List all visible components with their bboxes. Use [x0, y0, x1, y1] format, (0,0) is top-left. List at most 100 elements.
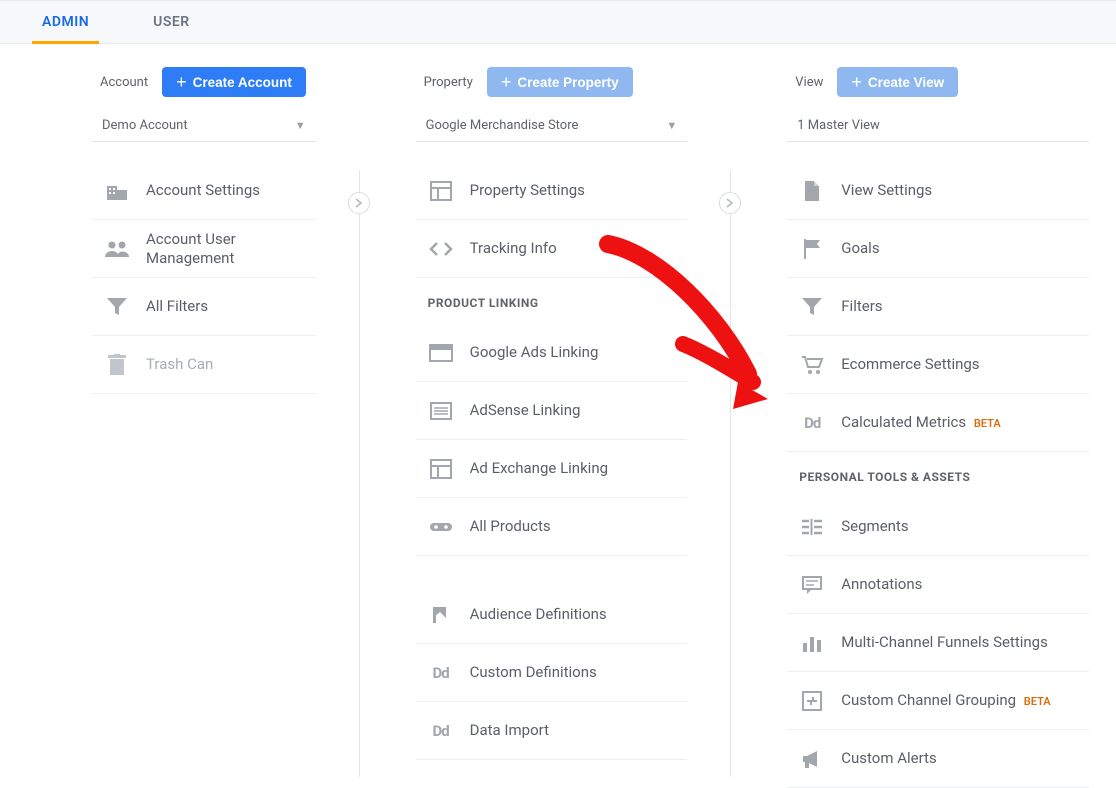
window-icon	[428, 340, 454, 366]
account-item[interactable]: Account User Management	[92, 220, 316, 278]
product-linking-item[interactable]: All Products	[416, 498, 688, 556]
account-selector-value: Demo Account	[102, 118, 188, 133]
item-label: Filters	[841, 297, 1077, 316]
property-item[interactable]: Tracking Info	[416, 220, 688, 278]
megaphone-icon	[799, 746, 825, 772]
account-head-label: Account	[100, 75, 148, 90]
tab-user[interactable]: USER	[143, 0, 200, 44]
personal-tools-item[interactable]: Segments	[787, 498, 1089, 556]
beta-badge: BETA	[974, 417, 1001, 430]
product-linking-item[interactable]: Ad Exchange Linking	[416, 440, 688, 498]
product-linking-list: Google Ads Linking AdSense Linking Ad Exch…	[416, 324, 688, 556]
personal-tools-item[interactable]: Custom Channel Grouping BETA	[787, 672, 1089, 730]
account-item[interactable]: All Filters	[92, 278, 316, 336]
account-head: Account + Create Account	[100, 64, 316, 100]
personal-tools-item[interactable]: Multi-Channel Funnels Settings	[787, 614, 1089, 672]
account-selector[interactable]: Demo Account ▼	[92, 110, 316, 142]
layout-icon	[428, 456, 454, 482]
item-label: Tracking Info	[470, 239, 676, 258]
property-item[interactable]: Dd Data Import	[416, 702, 688, 760]
item-label: Multi-Channel Funnels Settings	[841, 633, 1077, 652]
personal-tools-item[interactable]: Annotations	[787, 556, 1089, 614]
view-item[interactable]: View Settings	[787, 162, 1089, 220]
view-list: View Settings Goals Filters Ecommerce Setti…	[787, 162, 1089, 452]
column-divider	[730, 170, 731, 777]
property-item[interactable]: Dd Custom Definitions	[416, 644, 688, 702]
view-head-label: View	[795, 75, 823, 90]
item-label: Calculated Metrics BETA	[841, 413, 1077, 432]
item-label: Property Settings	[470, 181, 676, 200]
view-item[interactable]: Filters	[787, 278, 1089, 336]
cart-icon	[799, 352, 825, 378]
property-selector[interactable]: Google Merchandise Store ▼	[416, 110, 688, 142]
item-label: Ad Exchange Linking	[470, 459, 676, 478]
item-label: View Settings	[841, 181, 1077, 200]
account-list: Account Settings Account User Management A…	[92, 162, 316, 394]
personal-tools-item[interactable]: Custom Alerts	[787, 730, 1089, 788]
group-icon	[104, 236, 130, 262]
item-label: Trash Can	[146, 355, 304, 374]
dd-icon: Dd	[428, 660, 454, 686]
flag-icon	[799, 236, 825, 262]
layout-icon	[428, 178, 454, 204]
personal-tools-heading: PERSONAL TOOLS & ASSETS	[787, 452, 1089, 498]
view-head: View + Create View	[795, 64, 1089, 100]
column-nav-right-icon[interactable]	[719, 192, 741, 214]
view-column: View + Create View 1 Master View View Se…	[743, 64, 1115, 777]
item-label: All Filters	[146, 297, 304, 316]
building-icon	[104, 178, 130, 204]
view-item[interactable]: Ecommerce Settings	[787, 336, 1089, 394]
filter-icon	[799, 294, 825, 320]
property-head-label: Property	[424, 75, 473, 90]
property-list-bottom: Audience Definitions Dd Custom Definitions…	[416, 586, 688, 760]
item-label: Custom Alerts	[841, 749, 1077, 768]
view-item[interactable]: Goals	[787, 220, 1089, 278]
item-label: Ecommerce Settings	[841, 355, 1077, 374]
create-property-label: Create Property	[517, 75, 618, 90]
filter-icon	[104, 294, 130, 320]
account-item[interactable]: Account Settings	[92, 162, 316, 220]
doc-icon	[799, 178, 825, 204]
property-head: Property + Create Property	[424, 64, 688, 100]
create-property-button[interactable]: + Create Property	[487, 67, 633, 97]
view-item[interactable]: Dd Calculated Metrics BETA	[787, 394, 1089, 452]
property-item[interactable]: Audience Definitions	[416, 586, 688, 644]
item-label: Account User Management	[146, 230, 304, 268]
property-list: Property Settings Tracking Info	[416, 162, 688, 278]
property-column: Property + Create Property Google Mercha…	[372, 64, 744, 777]
property-selector-value: Google Merchandise Store	[426, 118, 579, 133]
item-label: Custom Channel Grouping BETA	[841, 691, 1077, 710]
item-label: Audience Definitions	[470, 605, 676, 624]
account-item[interactable]: Trash Can	[92, 336, 316, 394]
code-icon	[428, 236, 454, 262]
item-label: Custom Definitions	[470, 663, 676, 682]
product-linking-item[interactable]: AdSense Linking	[416, 382, 688, 440]
dd-icon: Dd	[799, 410, 825, 436]
product-linking-heading: PRODUCT LINKING	[416, 278, 688, 324]
tab-admin[interactable]: ADMIN	[32, 0, 99, 44]
item-label: Data Import	[470, 721, 676, 740]
segments-icon	[799, 514, 825, 540]
plus-icon: +	[501, 73, 512, 91]
barchart-icon	[799, 630, 825, 656]
trash-icon	[104, 352, 130, 378]
account-column: Account + Create Account Demo Account ▼ …	[0, 64, 372, 777]
personal-tools-list: Segments Annotations Multi-Channel Funnels…	[787, 498, 1089, 788]
plus-icon: +	[851, 73, 862, 91]
item-label: Segments	[841, 517, 1077, 536]
dd-icon: Dd	[428, 718, 454, 744]
item-label: Goals	[841, 239, 1077, 258]
item-label: Google Ads Linking	[470, 343, 676, 362]
view-selector: 1 Master View	[787, 110, 1089, 142]
link-icon	[428, 514, 454, 540]
item-label: Annotations	[841, 575, 1077, 594]
property-item[interactable]: Property Settings	[416, 162, 688, 220]
create-view-label: Create View	[868, 75, 944, 90]
product-linking-item[interactable]: Google Ads Linking	[416, 324, 688, 382]
item-label: All Products	[470, 517, 676, 536]
column-nav-right-icon[interactable]	[348, 192, 370, 214]
grouping-icon	[799, 688, 825, 714]
create-account-button[interactable]: + Create Account	[162, 67, 306, 97]
chevron-down-icon: ▼	[666, 119, 677, 132]
create-view-button[interactable]: + Create View	[837, 67, 958, 97]
